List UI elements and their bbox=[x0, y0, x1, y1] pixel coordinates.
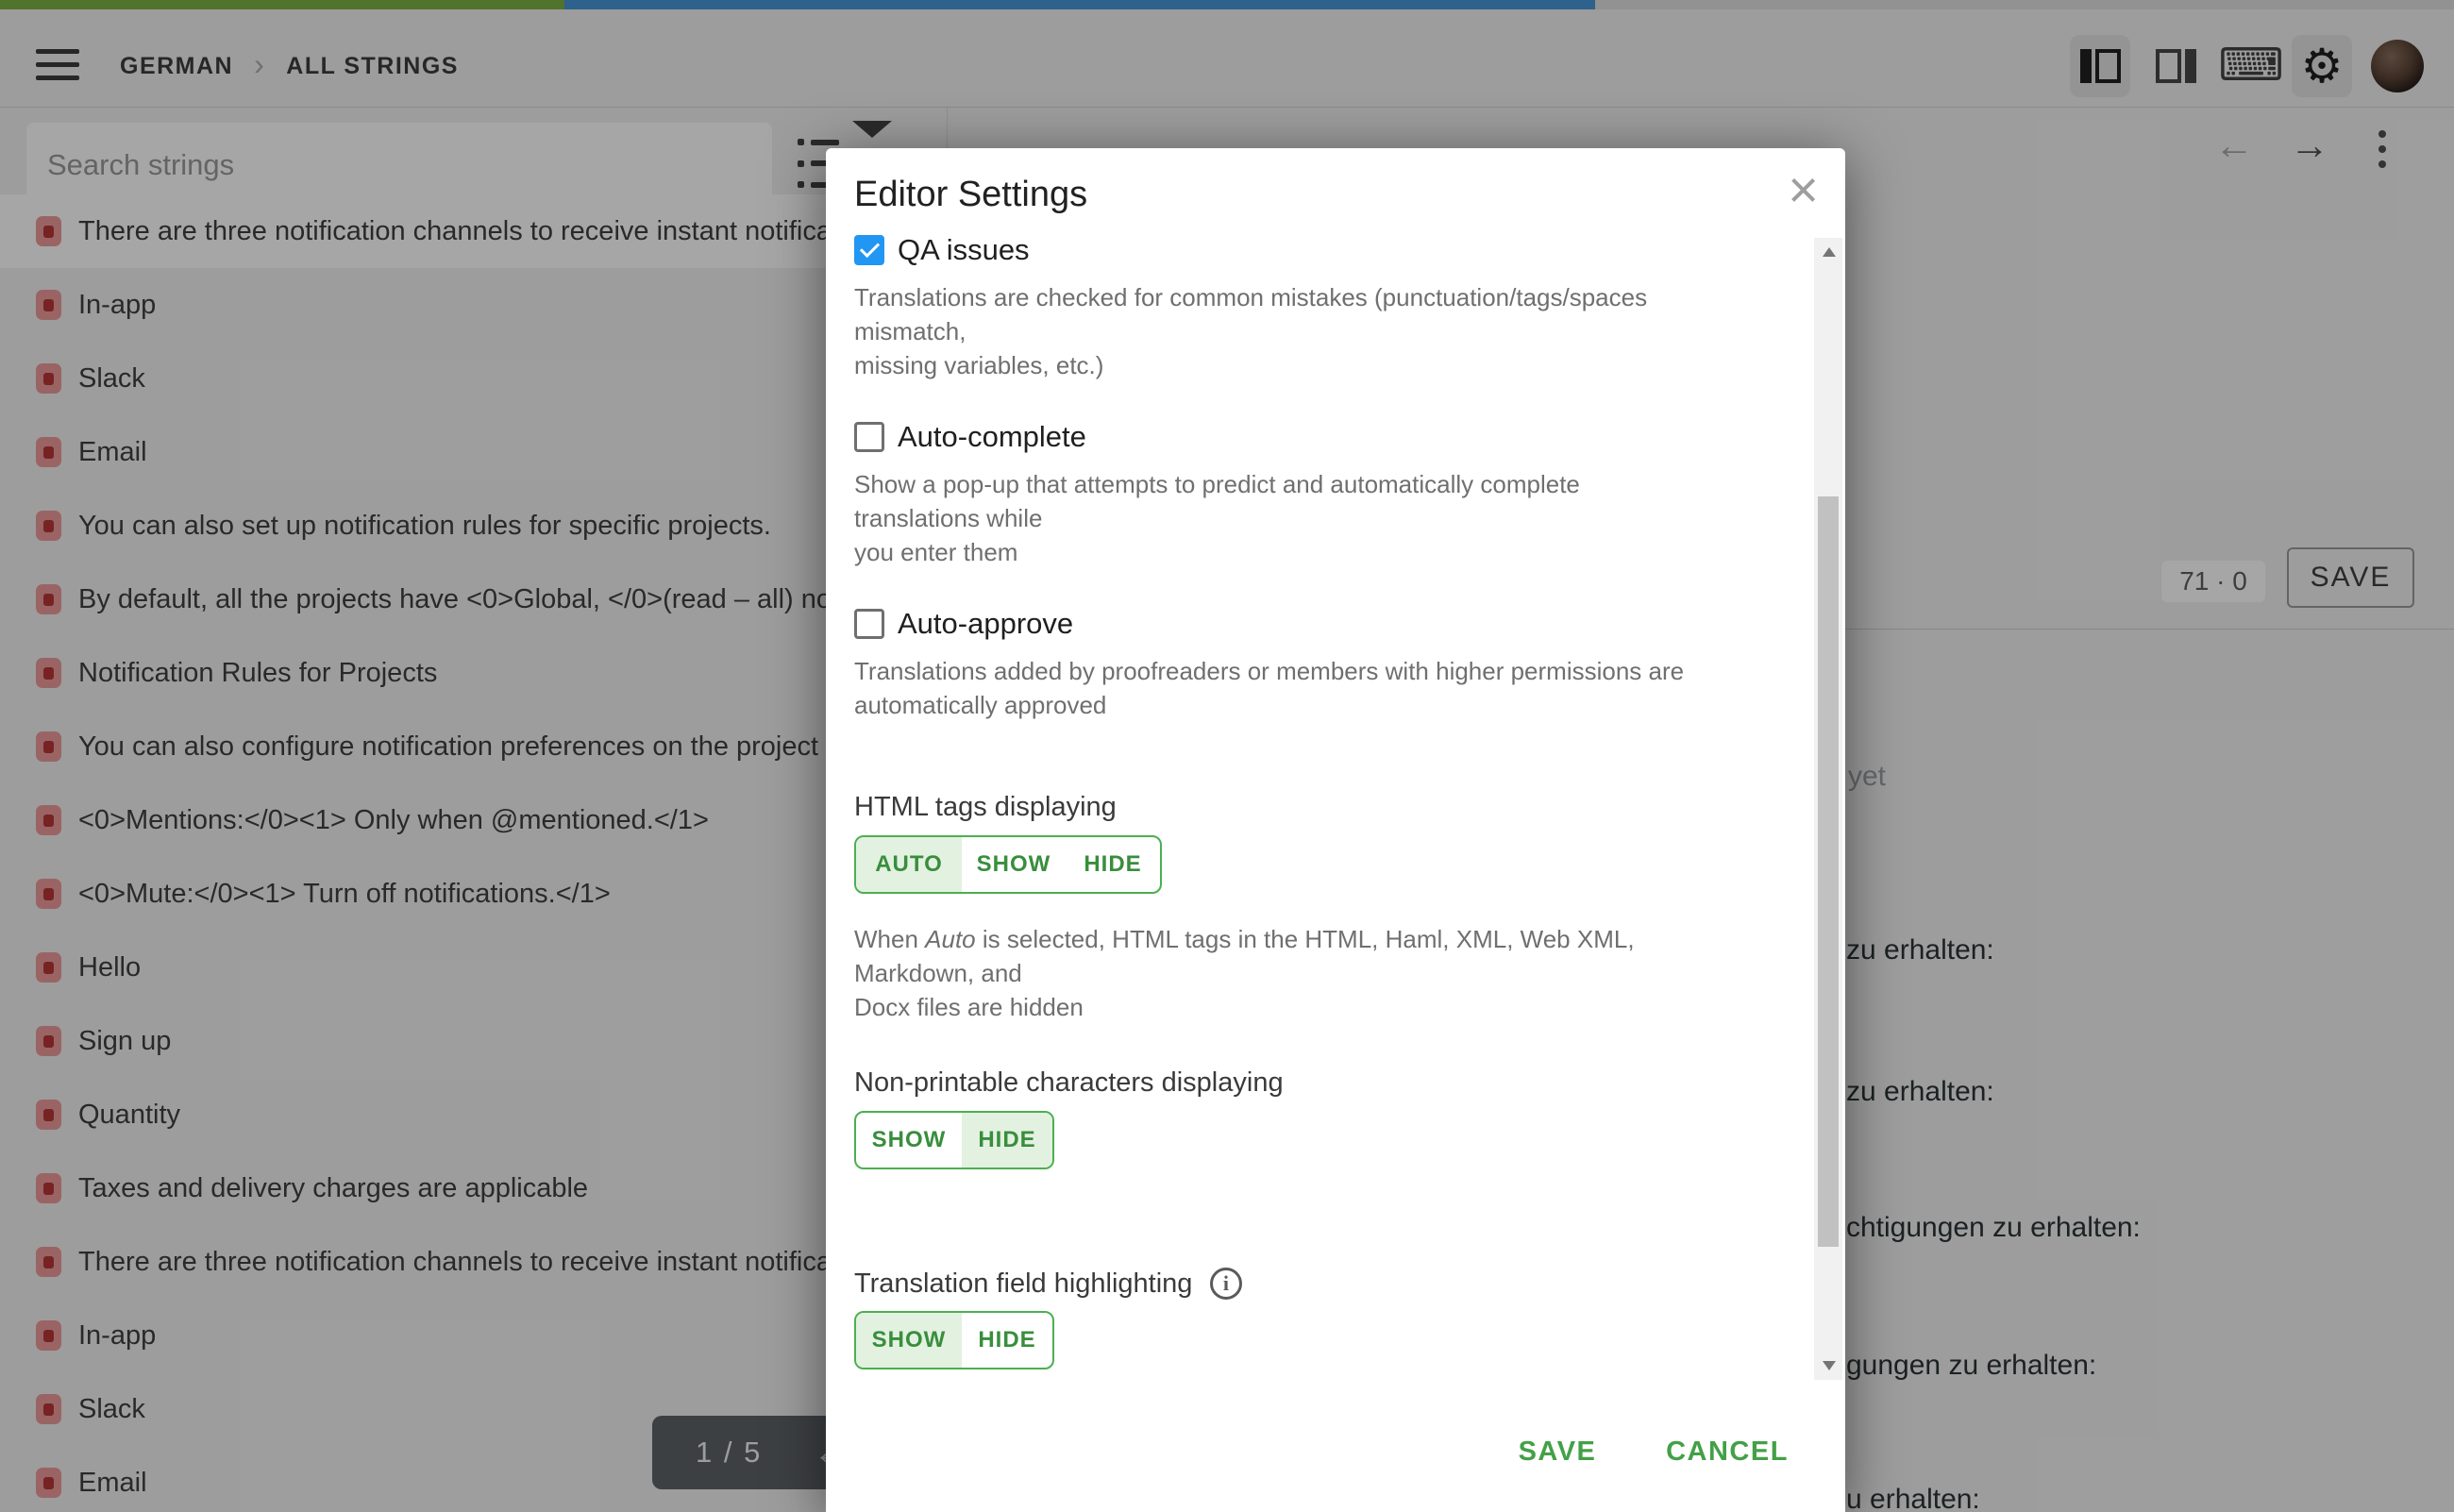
close-icon[interactable]: × bbox=[1788, 163, 1819, 216]
auto-approve-label[interactable]: Auto-approve bbox=[898, 607, 1073, 641]
toggle-option-show[interactable]: SHOW bbox=[962, 837, 1066, 892]
auto-complete-label[interactable]: Auto-complete bbox=[898, 420, 1086, 454]
toggle-option-show[interactable]: SHOW bbox=[856, 1113, 962, 1168]
dialog-scrollbar[interactable] bbox=[1814, 238, 1842, 1380]
scrollbar-thumb[interactable] bbox=[1818, 496, 1839, 1247]
scroll-down-icon[interactable] bbox=[1823, 1361, 1836, 1370]
qa-issues-description: Translations are checked for common mist… bbox=[854, 280, 1704, 382]
field-highlighting-toggle: SHOWHIDE bbox=[854, 1311, 1054, 1369]
editor-screen: GERMAN › ALL STRINGS ⌨ ⚙ Search strings … bbox=[0, 0, 2454, 1512]
qa-issues-label[interactable]: QA issues bbox=[898, 233, 1030, 267]
toggle-option-show[interactable]: SHOW bbox=[856, 1313, 962, 1368]
cancel-button[interactable]: CANCEL bbox=[1638, 1424, 1817, 1479]
html-tags-toggle: AUTOSHOWHIDE bbox=[854, 835, 1162, 894]
non-printable-heading: Non-printable characters displaying bbox=[854, 1067, 1284, 1099]
auto-complete-checkbox[interactable] bbox=[854, 422, 884, 452]
html-tags-description: When Auto is selected, HTML tags in the … bbox=[854, 922, 1723, 1024]
save-button[interactable]: SAVE bbox=[1477, 1424, 1638, 1479]
setting-field-highlighting: Translation field highlighting i SHOWHID… bbox=[854, 1268, 1723, 1300]
auto-complete-description: Show a pop-up that attempts to predict a… bbox=[854, 467, 1704, 569]
toggle-option-auto[interactable]: AUTO bbox=[856, 837, 962, 892]
dialog-title: Editor Settings bbox=[854, 175, 1087, 215]
auto-approve-description: Translations added by proofreaders or me… bbox=[854, 654, 1684, 722]
non-printable-toggle: SHOWHIDE bbox=[854, 1111, 1054, 1169]
editor-settings-dialog: Editor Settings × QA issues Translations… bbox=[826, 148, 1845, 1512]
toggle-option-hide[interactable]: HIDE bbox=[962, 1113, 1052, 1168]
dialog-footer: SAVE CANCEL bbox=[826, 1424, 1845, 1479]
html-tags-heading: HTML tags displaying bbox=[854, 792, 1117, 823]
qa-issues-checkbox[interactable] bbox=[854, 235, 884, 265]
field-highlighting-heading: Translation field highlighting bbox=[854, 1268, 1192, 1300]
auto-approve-checkbox[interactable] bbox=[854, 609, 884, 639]
setting-non-printable: Non-printable characters displaying SHOW… bbox=[854, 1067, 1723, 1099]
scroll-up-icon[interactable] bbox=[1823, 247, 1836, 257]
toggle-option-hide[interactable]: HIDE bbox=[962, 1313, 1052, 1368]
toggle-option-hide[interactable]: HIDE bbox=[1066, 837, 1160, 892]
info-icon[interactable]: i bbox=[1210, 1268, 1242, 1300]
setting-html-tags: HTML tags displaying AUTOSHOWHIDE When A… bbox=[854, 792, 1723, 823]
